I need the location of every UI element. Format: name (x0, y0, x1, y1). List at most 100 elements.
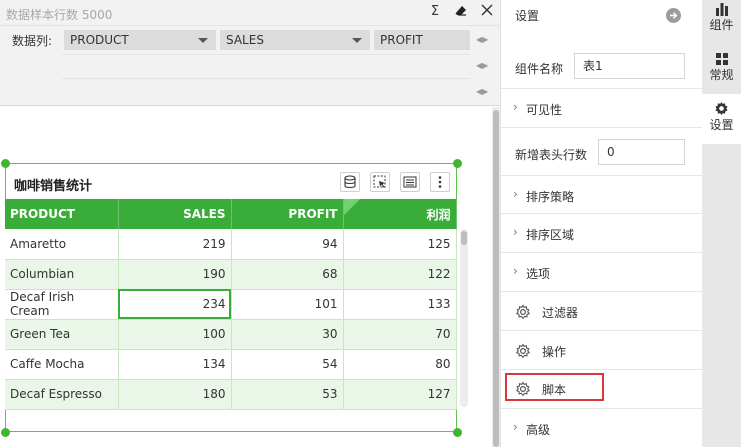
resize-handle[interactable] (1, 428, 10, 437)
collapse-panel-icon[interactable] (666, 8, 681, 26)
table-cell[interactable]: 127 (343, 379, 457, 410)
chevron-down-icon (352, 38, 362, 43)
sigma-icon[interactable]: Σ (427, 4, 443, 20)
sort-area-label: 排序区域 (526, 228, 575, 242)
field-sales-dropdown[interactable]: SALES (220, 30, 370, 50)
tab-settings[interactable]: 设置 (702, 94, 741, 144)
grid-icon (715, 53, 728, 65)
row-divider (62, 78, 470, 79)
bar-chart-icon (715, 3, 728, 16)
header-rows-input[interactable]: 0 (598, 139, 685, 165)
table-row[interactable]: Green Tea 100 30 70 (5, 319, 457, 350)
more-icon (438, 176, 442, 188)
table-row[interactable]: Caffe Mocha 134 54 80 (5, 349, 457, 380)
table-row[interactable]: Decaf Espresso 180 53 127 (5, 379, 457, 410)
column-header-sales[interactable]: SALES (118, 199, 232, 229)
script-highlight-box (505, 373, 604, 401)
table-cell[interactable]: Decaf Irish Cream (5, 289, 119, 320)
gear-icon (515, 343, 531, 359)
table-row[interactable]: Columbian 190 68 122 (5, 259, 457, 290)
resize-handle[interactable] (453, 428, 462, 437)
column-header-profit-cn[interactable]: 利润 (343, 199, 457, 229)
table-cell[interactable]: 101 (231, 289, 344, 320)
table-row[interactable]: Decaf Irish Cream 234 101 133 (5, 289, 457, 320)
table-scrollbar[interactable] (460, 229, 468, 407)
table-cell[interactable]: 68 (231, 259, 344, 290)
field-profit-dropdown[interactable]: PROFIT (374, 30, 470, 50)
component-name-input[interactable]: 表1 (574, 53, 685, 79)
list-settings-button[interactable] (400, 172, 420, 192)
table-cell[interactable]: 190 (118, 259, 232, 290)
scroll-arrows-icon[interactable]: ◀▶ (476, 87, 488, 97)
table-cell[interactable]: 133 (343, 289, 457, 320)
column-header-product[interactable]: PRODUCT (5, 199, 119, 229)
close-icon[interactable] (479, 4, 495, 20)
select-button[interactable] (370, 172, 390, 192)
chevron-right-icon: › (513, 420, 518, 434)
operation-label: 操作 (542, 345, 567, 359)
visibility-row[interactable]: › 可见性 (500, 89, 702, 128)
data-table: PRODUCT SALES PROFIT 利润 Amaretto 219 94 … (5, 199, 457, 410)
advanced-row[interactable]: › 高级 (500, 409, 702, 447)
field-profit-label: PROFIT (380, 33, 423, 47)
database-icon (344, 175, 356, 189)
filter-row[interactable]: 过滤器 (500, 292, 702, 331)
operation-row[interactable]: 操作 (500, 331, 702, 370)
tab-components[interactable]: 组件 (702, 2, 741, 46)
table-cell[interactable]: 30 (231, 319, 344, 350)
tab-components-label: 组件 (709, 18, 734, 32)
gear-icon (515, 304, 531, 320)
sample-row-count-label: 数据样本行数 5000 (6, 8, 113, 22)
more-button[interactable] (430, 172, 450, 192)
table-scrollbar-thumb[interactable] (461, 231, 467, 245)
list-settings-icon (403, 176, 417, 188)
table-cell[interactable]: Amaretto (5, 229, 119, 260)
resize-handle[interactable] (453, 159, 462, 168)
resize-handle[interactable] (1, 159, 10, 168)
row-divider (62, 54, 470, 55)
table-header-row: PRODUCT SALES PROFIT 利润 (5, 199, 457, 229)
table-cell[interactable]: Columbian (5, 259, 119, 290)
table-cell[interactable]: 70 (343, 319, 457, 350)
table-row[interactable]: Amaretto 219 94 125 (5, 229, 457, 260)
table-cell[interactable]: 180 (118, 379, 232, 410)
selected-table-cell[interactable]: 234 (118, 289, 232, 320)
tab-general-label: 常规 (709, 68, 734, 82)
settings-title: 设置 (515, 9, 540, 23)
eraser-icon[interactable] (453, 4, 469, 20)
table-cell[interactable]: 53 (231, 379, 344, 410)
chevron-right-icon: › (513, 225, 518, 239)
chevron-right-icon: › (513, 264, 518, 278)
options-label: 选项 (526, 267, 551, 281)
sort-area-row[interactable]: › 排序区域 (500, 214, 702, 253)
table-cell[interactable]: Decaf Espresso (5, 379, 119, 410)
table-cell[interactable]: Green Tea (5, 319, 119, 350)
calc-column-marker-icon (343, 199, 360, 215)
column-header-profit[interactable]: PROFIT (231, 199, 344, 229)
field-product-dropdown[interactable]: PRODUCT (64, 30, 216, 50)
tab-settings-label: 设置 (709, 118, 734, 132)
visibility-label: 可见性 (526, 103, 563, 117)
table-cell[interactable]: 94 (231, 229, 344, 260)
table-cell[interactable]: 80 (343, 349, 457, 380)
table-cell[interactable]: 122 (343, 259, 457, 290)
scroll-arrows-icon[interactable]: ◀▶ (476, 61, 488, 71)
table-cell[interactable]: 134 (118, 349, 232, 380)
tab-general[interactable]: 常规 (702, 52, 741, 96)
header-rows-label: 新增表头行数 (515, 148, 588, 162)
table-cell[interactable]: 100 (118, 319, 232, 350)
scroll-left-icon[interactable]: ◀▶ (476, 35, 488, 45)
component-name-row: 组件名称 表1 (500, 48, 702, 89)
header-rows-row: 新增表头行数 0 (500, 128, 702, 176)
table-cell[interactable]: 54 (231, 349, 344, 380)
table-cell[interactable]: 219 (118, 229, 232, 260)
canvas-scrollbar-thumb[interactable] (493, 110, 499, 447)
options-row[interactable]: › 选项 (500, 253, 702, 292)
component-name-label: 组件名称 (515, 62, 564, 76)
table-cell[interactable]: 125 (343, 229, 457, 260)
database-button[interactable] (340, 172, 360, 192)
gear-icon (715, 101, 728, 116)
filter-label: 过滤器 (542, 306, 579, 320)
table-cell[interactable]: Caffe Mocha (5, 349, 119, 380)
sort-strategy-row[interactable]: › 排序策略 (500, 176, 702, 214)
